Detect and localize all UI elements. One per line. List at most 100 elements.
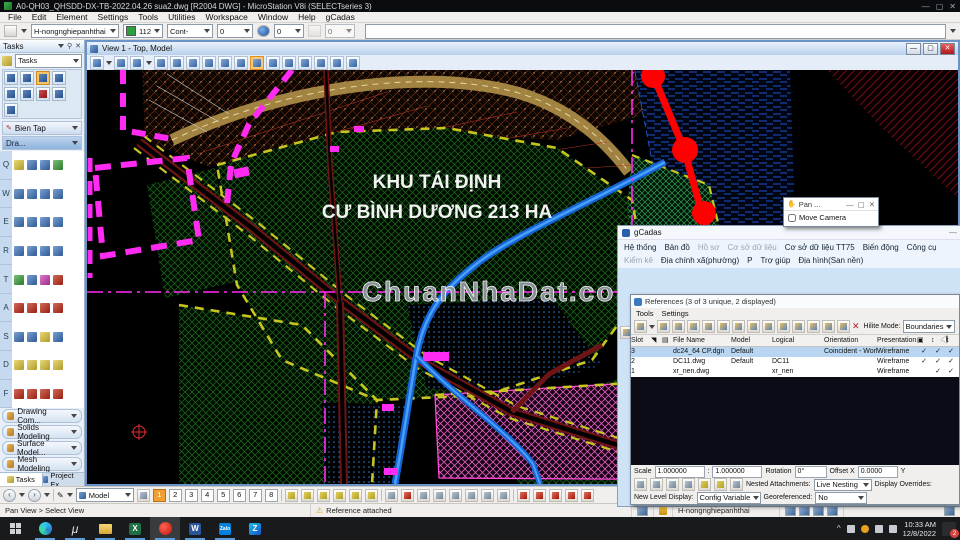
tool-icon[interactable]: [27, 245, 37, 256]
tool-icon[interactable]: [27, 388, 37, 399]
transparency-combo[interactable]: 0: [325, 24, 355, 38]
tool-icon[interactable]: [53, 160, 63, 171]
measure-angle-icon[interactable]: [316, 488, 330, 502]
walk-icon[interactable]: [266, 55, 280, 70]
view-attributes-icon[interactable]: [114, 55, 128, 70]
scale-reference-icon[interactable]: [822, 320, 835, 333]
gcadas-menu-tro-giup[interactable]: Trợ giúp: [760, 254, 790, 267]
view-toggle-3[interactable]: 3: [184, 488, 198, 502]
edit-text-icon[interactable]: [532, 488, 546, 502]
tool-icon[interactable]: [53, 303, 63, 314]
taskbar-excel[interactable]: X: [120, 517, 150, 540]
tool-icon[interactable]: [53, 274, 63, 285]
tray-app-icon[interactable]: [846, 524, 855, 533]
route-node[interactable]: [692, 201, 716, 225]
section-drawing[interactable]: Dra...: [2, 136, 82, 150]
live-nesting-icon[interactable]: [634, 478, 647, 491]
menu-element[interactable]: Element: [56, 12, 87, 22]
menu-tools[interactable]: Tools: [138, 12, 158, 22]
detach-reference-icon[interactable]: ✕: [852, 321, 860, 332]
display-raster-icon[interactable]: [650, 478, 663, 491]
view-toggle-2[interactable]: 2: [168, 488, 182, 502]
clip-mask-icon[interactable]: [346, 55, 360, 70]
exchange-icon[interactable]: [747, 320, 760, 333]
section-solids-modeling[interactable]: Solids Modeling: [2, 423, 82, 441]
tool-icon[interactable]: [27, 217, 37, 228]
tool-icon[interactable]: [53, 245, 63, 256]
offset-x-field[interactable]: 0.0000: [857, 465, 898, 478]
locate-icon[interactable]: [682, 478, 695, 491]
class-combo[interactable]: 0: [274, 24, 304, 38]
keyin-dropdown-icon[interactable]: [950, 29, 956, 33]
redo-icon[interactable]: [4, 103, 18, 117]
tool-icon[interactable]: [14, 217, 24, 228]
taskbar-zalopc[interactable]: Z: [240, 517, 270, 540]
adjust-brightness-icon[interactable]: [130, 55, 144, 70]
gcadas-menu-dia-hinh[interactable]: Địa hình(San nền): [798, 254, 863, 267]
network-icon[interactable]: [874, 524, 883, 533]
reference-row[interactable]: 2 DC11.dwg Default DC11 Wireframe ✓ ✓ ✓: [631, 357, 959, 367]
tool-icon[interactable]: [14, 274, 24, 285]
close-icon[interactable]: ✕: [949, 2, 956, 11]
minimize-icon[interactable]: —: [846, 200, 854, 209]
dont-plot-icon[interactable]: [714, 478, 727, 491]
reference-row[interactable]: 3 dc24_64 CP.dgn Default Coincident - Wo…: [631, 347, 959, 357]
delete-clip-icon[interactable]: [717, 320, 730, 333]
attach-raster-icon[interactable]: [672, 320, 685, 333]
scale-ref-field[interactable]: 1.000000: [712, 465, 763, 478]
menu-help[interactable]: Help: [298, 12, 315, 22]
rotate-reference-icon[interactable]: [837, 320, 850, 333]
tool-icon[interactable]: [27, 274, 37, 285]
view-toggle-5[interactable]: 5: [216, 488, 230, 502]
minimize-icon[interactable]: —: [949, 228, 957, 237]
forward-icon[interactable]: ›: [28, 488, 41, 502]
taskbar-microstation[interactable]: μ: [60, 517, 90, 540]
active-color-combo[interactable]: 112: [123, 24, 163, 38]
clip-volume-icon[interactable]: [330, 55, 344, 70]
tool-icon[interactable]: [14, 160, 24, 171]
open-original-icon[interactable]: [762, 320, 775, 333]
references-menu-settings[interactable]: Settings: [662, 309, 689, 318]
gcadas-menu-bien-dong[interactable]: Biến động: [863, 241, 899, 254]
section-surface-modeling[interactable]: Surface Model...: [2, 439, 82, 457]
measure-radius-icon[interactable]: [300, 488, 314, 502]
tool-icon[interactable]: [40, 331, 50, 342]
tool-icon[interactable]: [14, 245, 24, 256]
active-template-icon[interactable]: [4, 25, 17, 37]
window-area-icon[interactable]: [202, 55, 216, 70]
minimize-icon[interactable]: —: [922, 2, 930, 11]
hatch-icon[interactable]: [464, 488, 478, 502]
line-style-combo[interactable]: Cont-: [167, 24, 213, 38]
tool-icon[interactable]: [40, 188, 50, 199]
gcadas-titlebar[interactable]: gCadas —: [618, 226, 960, 240]
tool-icon[interactable]: [53, 217, 63, 228]
taskbar-word[interactable]: W: [180, 517, 210, 540]
volume-icon[interactable]: [888, 524, 897, 533]
start-button[interactable]: [0, 517, 30, 540]
route-node[interactable]: [672, 137, 698, 163]
measure-distance-icon[interactable]: [284, 488, 298, 502]
tool-icon[interactable]: [40, 217, 50, 228]
taskbar-explorer[interactable]: [90, 517, 120, 540]
menu-settings[interactable]: Settings: [98, 12, 129, 22]
close-icon[interactable]: ✕: [75, 42, 81, 50]
menu-edit[interactable]: Edit: [32, 12, 47, 22]
menu-utilities[interactable]: Utilities: [168, 12, 195, 22]
tool-icon[interactable]: [27, 188, 37, 199]
element-selection-icon[interactable]: [4, 71, 18, 85]
drop-element-icon[interactable]: [416, 488, 430, 502]
view-titlebar[interactable]: View 1 - Top, Model — ▢ ✕: [87, 42, 958, 55]
menu-workspace[interactable]: Workspace: [206, 12, 248, 22]
line-weight-combo[interactable]: 0: [217, 24, 253, 38]
taskbar-edge[interactable]: [30, 517, 60, 540]
measure-volume-icon[interactable]: [364, 488, 378, 502]
references-menu-tools[interactable]: Tools: [636, 309, 654, 318]
gcadas-menu-p[interactable]: P: [747, 254, 752, 267]
measure-length-icon[interactable]: [332, 488, 346, 502]
tool-icon[interactable]: [53, 388, 63, 399]
section-bien-tap[interactable]: ✎ Bien Tap: [2, 121, 82, 135]
menu-gcadas[interactable]: gCadas: [326, 12, 355, 22]
update-view-icon[interactable]: [154, 55, 168, 70]
active-level-combo[interactable]: H-nongnghiepanhthai: [31, 24, 119, 38]
measure-area-icon[interactable]: [348, 488, 362, 502]
